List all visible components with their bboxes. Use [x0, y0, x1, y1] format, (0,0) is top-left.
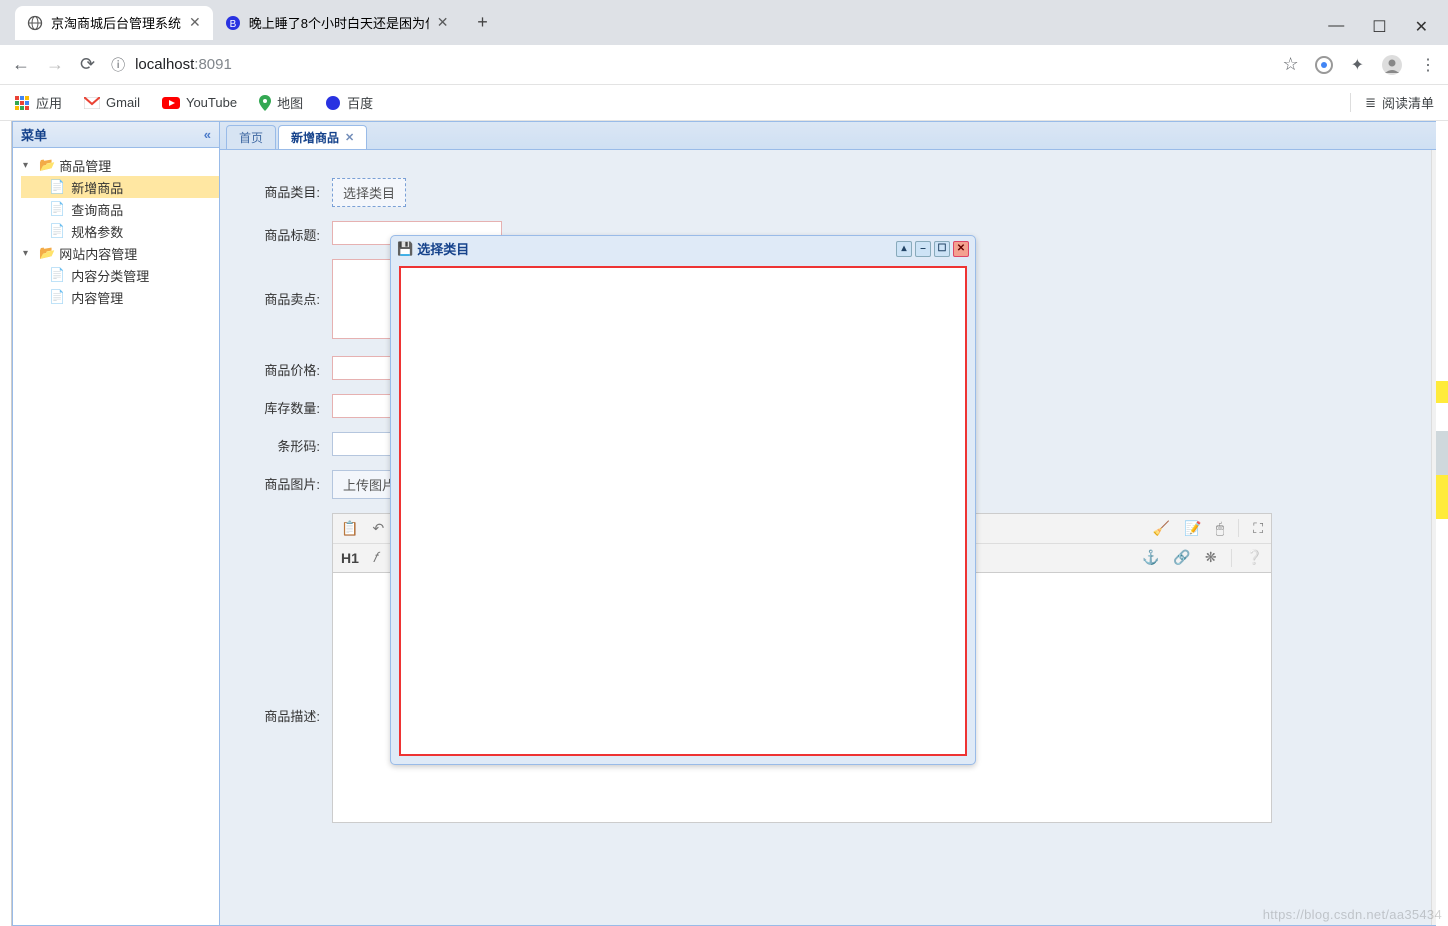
- tab-home[interactable]: 首页: [226, 125, 276, 149]
- undo-icon[interactable]: ↶: [372, 520, 384, 537]
- font-icon[interactable]: 𝑓: [373, 549, 377, 566]
- edit-icon[interactable]: 📝: [1184, 520, 1201, 537]
- label-stock: 库存数量:: [248, 394, 320, 417]
- label-title: 商品标题:: [248, 221, 320, 244]
- dialog-maximize-button[interactable]: ☐: [934, 241, 950, 257]
- tree-item-spec-params[interactable]: 📄规格参数: [21, 220, 219, 242]
- window-minimize-button[interactable]: —: [1328, 17, 1344, 37]
- page-icon: 📄: [49, 223, 65, 239]
- tree-node-products[interactable]: ▾ 📂 商品管理: [21, 154, 219, 176]
- toolbar-divider: [1231, 549, 1232, 567]
- chrome-extension-icon[interactable]: [1315, 56, 1333, 74]
- page-icon: 📄: [49, 289, 65, 305]
- tree-node-content[interactable]: ▾ 📂 网站内容管理: [21, 242, 219, 264]
- folder-icon: 📂: [39, 245, 55, 261]
- dialog-minimize-button[interactable]: –: [915, 241, 931, 257]
- address-text: localhost:8091: [135, 56, 232, 73]
- list-icon: ≣: [1365, 95, 1376, 111]
- site-info-icon[interactable]: ⓘ: [111, 55, 125, 75]
- label-sellpoint: 商品卖点:: [248, 259, 320, 308]
- bookmark-maps[interactable]: 地图: [259, 93, 303, 112]
- close-icon[interactable]: ✕: [345, 131, 354, 144]
- back-button[interactable]: ←: [12, 54, 30, 75]
- right-background-sliver: [1436, 121, 1448, 926]
- browser-tab-title: 晚上睡了8个小时白天还是困为什: [249, 13, 429, 32]
- anchor-icon[interactable]: ⚓: [1142, 549, 1159, 566]
- page-icon: 📄: [49, 267, 65, 283]
- unlink-icon[interactable]: ❋: [1205, 549, 1217, 566]
- avatar-icon[interactable]: [1382, 55, 1402, 75]
- tree-item-content-category[interactable]: 📄内容分类管理: [21, 264, 219, 286]
- reading-list-button[interactable]: ≣ 阅读清单: [1350, 93, 1434, 112]
- dialog-title: 选择类目: [417, 239, 469, 258]
- browser-tab-2[interactable]: B 晚上睡了8个小时白天还是困为什 ✕: [213, 6, 461, 40]
- page-icon: 📄: [49, 179, 65, 195]
- apps-label: 应用: [36, 93, 62, 112]
- tree-item-new-product[interactable]: 📄新增商品: [21, 176, 219, 198]
- sidebar-title: 菜单: [21, 125, 47, 144]
- left-background-sliver: [0, 121, 12, 926]
- fullscreen-icon[interactable]: ⛶: [1253, 520, 1263, 537]
- help-icon[interactable]: ❔: [1246, 549, 1263, 566]
- gmail-icon: [84, 97, 100, 109]
- clean-icon[interactable]: 🧹: [1153, 520, 1170, 537]
- dialog-header[interactable]: 💾 选择类目 ▴ – ☐ ✕: [391, 236, 975, 261]
- menu-icon[interactable]: ⋮: [1420, 55, 1436, 75]
- baidu-icon: B: [225, 15, 241, 31]
- globe-icon: [27, 15, 43, 31]
- dialog-body: [399, 266, 967, 756]
- forward-button: →: [46, 54, 64, 75]
- svg-text:B: B: [229, 19, 236, 30]
- close-icon[interactable]: ✕: [189, 14, 201, 31]
- window-close-button[interactable]: ✕: [1415, 17, 1428, 37]
- reload-button[interactable]: ⟳: [80, 54, 95, 75]
- youtube-icon: [162, 97, 180, 109]
- star-icon[interactable]: ☆: [1282, 54, 1298, 75]
- select-category-button[interactable]: 选择类目: [332, 178, 406, 207]
- window-maximize-button[interactable]: ☐: [1372, 17, 1386, 37]
- heading-icon[interactable]: H1: [341, 550, 359, 566]
- bookmark-baidu[interactable]: 百度: [325, 93, 373, 112]
- new-tab-button[interactable]: +: [468, 9, 496, 37]
- maps-icon: [259, 95, 271, 111]
- watermark: https://blog.csdn.net/aa35434: [1263, 907, 1442, 922]
- tree-item-query-product[interactable]: 📄查询商品: [21, 198, 219, 220]
- select-category-dialog: 💾 选择类目 ▴ – ☐ ✕: [390, 235, 976, 765]
- sidebar-tree: ▾ 📂 商品管理 📄新增商品 📄查询商品 📄规格参数 ▾ 📂 网站内容管理 📄内…: [13, 148, 219, 308]
- toolbar-divider: [1238, 519, 1239, 537]
- label-price: 商品价格:: [248, 356, 320, 379]
- folder-icon: 📂: [39, 157, 55, 173]
- main-tabs: 首页 新增商品✕: [220, 122, 1447, 150]
- address-bar[interactable]: ⓘ localhost:8091: [111, 50, 1266, 80]
- browser-tab-1[interactable]: 京淘商城后台管理系统 ✕: [15, 6, 213, 40]
- bookmark-gmail[interactable]: Gmail: [84, 95, 140, 110]
- label-category: 商品类目:: [248, 178, 320, 201]
- browser-tab-title: 京淘商城后台管理系统: [51, 13, 181, 32]
- close-icon[interactable]: ✕: [437, 14, 449, 31]
- label-barcode: 条形码:: [248, 432, 320, 455]
- page-icon: 📄: [49, 201, 65, 217]
- label-images: 商品图片:: [248, 470, 320, 493]
- chevron-down-icon: ▾: [23, 160, 35, 171]
- tab-new-product[interactable]: 新增商品✕: [278, 125, 367, 149]
- collapse-icon[interactable]: «: [204, 127, 211, 142]
- cursor-icon[interactable]: 🖱: [1216, 520, 1224, 537]
- label-desc: 商品描述:: [248, 702, 320, 725]
- bookmark-youtube[interactable]: YouTube: [162, 95, 237, 110]
- paste-icon[interactable]: 📋: [341, 520, 358, 537]
- extensions-icon[interactable]: ✦: [1351, 55, 1364, 75]
- sidebar: 菜单 « ▾ 📂 商品管理 📄新增商品 📄查询商品 📄规格参数 ▾ 📂 网站内容…: [12, 121, 220, 926]
- chevron-down-icon: ▾: [23, 248, 35, 259]
- apps-icon: [14, 95, 30, 111]
- tree-item-content-manage[interactable]: 📄内容管理: [21, 286, 219, 308]
- dialog-close-button[interactable]: ✕: [953, 241, 969, 257]
- apps-button[interactable]: 应用: [14, 93, 62, 112]
- dialog-collapse-button[interactable]: ▴: [896, 241, 912, 257]
- save-icon: 💾: [397, 241, 413, 257]
- baidu-icon: [325, 95, 341, 111]
- link-icon[interactable]: 🔗: [1173, 549, 1190, 566]
